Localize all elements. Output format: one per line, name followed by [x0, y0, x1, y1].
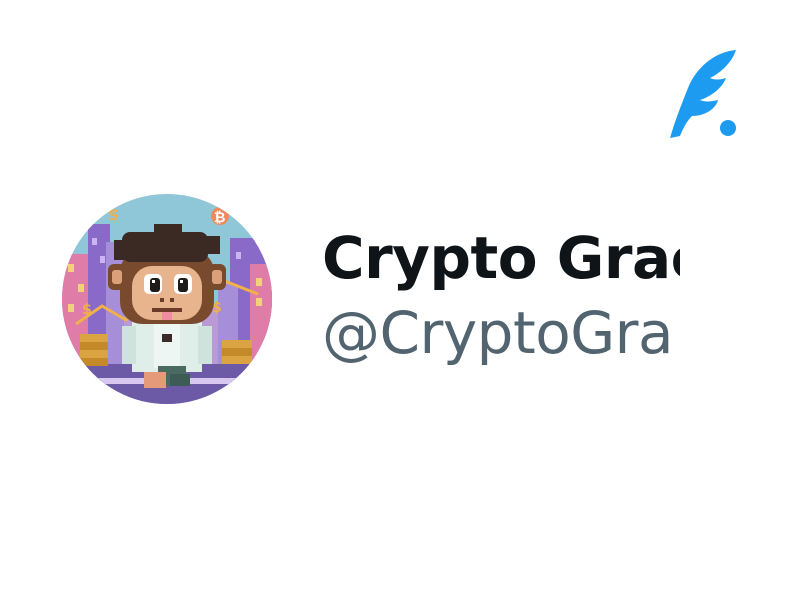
display-name[interactable]: Crypto Grac — [322, 222, 680, 294]
bitcoin-sign: ₿ — [214, 210, 225, 226]
profile-name-block: Crypto Grac @CryptoGra — [322, 222, 680, 382]
dollar-sign-3: $ — [82, 302, 92, 318]
profile-header: $ ₿ $ $ Crypto Grac @CryptoGra — [62, 194, 682, 406]
avatar[interactable]: $ ₿ $ $ — [62, 194, 272, 404]
quill-icon — [666, 46, 742, 142]
pixel-art-monkey-avatar-icon: $ ₿ $ $ — [62, 194, 272, 404]
user-handle[interactable]: @CryptoGra — [322, 294, 680, 372]
dollar-sign-1: $ — [108, 205, 119, 224]
